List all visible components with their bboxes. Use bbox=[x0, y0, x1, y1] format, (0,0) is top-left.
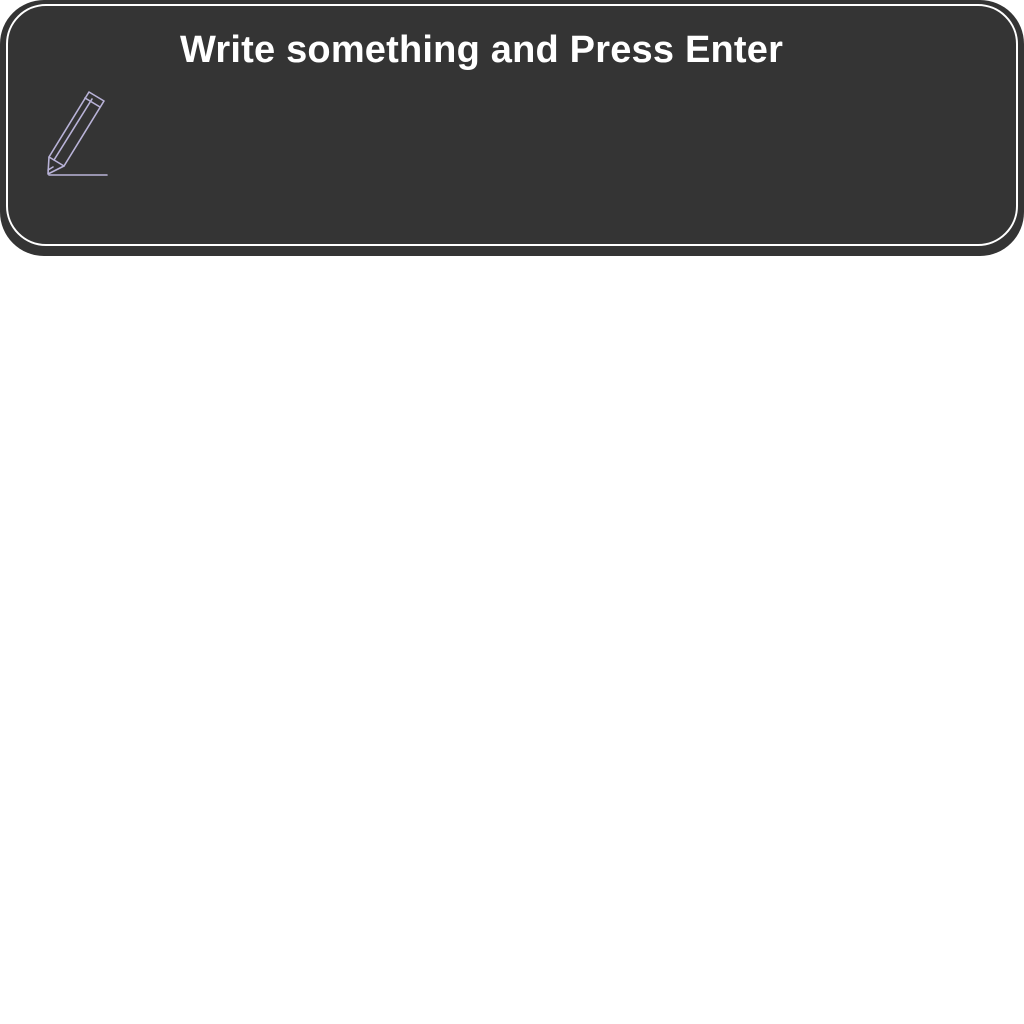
write-prompt: Write something and Press Enter bbox=[180, 29, 784, 71]
pencil-icon bbox=[44, 86, 112, 180]
write-input[interactable] bbox=[130, 90, 990, 220]
write-panel: Write something and Press Enter bbox=[0, 0, 1024, 256]
